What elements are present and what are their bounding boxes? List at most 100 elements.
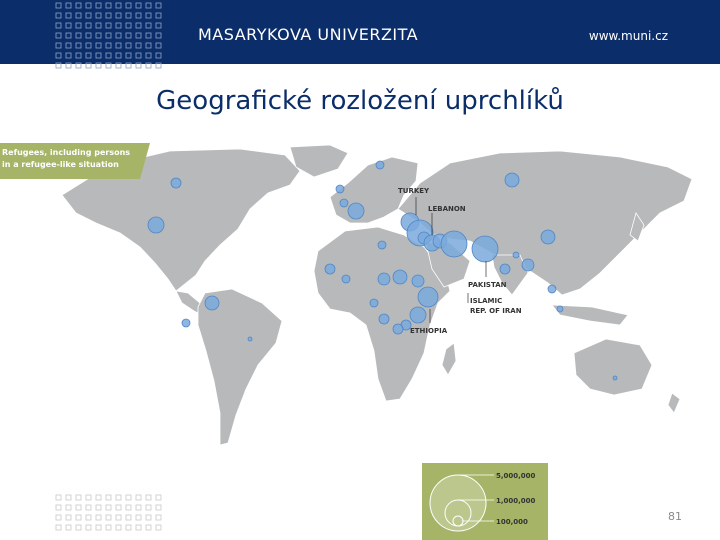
- decorative-dot: [105, 524, 112, 531]
- decorative-dot: [125, 32, 132, 39]
- decorative-dot: [105, 514, 112, 521]
- bubble-kenya: [409, 306, 427, 324]
- decorative-dot: [145, 52, 152, 59]
- label-lebanon: LEBANON: [428, 205, 466, 213]
- decorative-dot: [145, 22, 152, 29]
- bubble-egypt: [377, 240, 387, 250]
- decorative-dot: [155, 52, 162, 59]
- decorative-dot: [125, 12, 132, 19]
- decorative-dot: [85, 42, 92, 49]
- label-ethiopia: ETHIOPIA: [410, 327, 448, 335]
- decorative-dot: [95, 494, 102, 501]
- decorative-dot: [135, 22, 142, 29]
- decorative-dot: [75, 12, 82, 19]
- decorative-dot: [85, 514, 92, 521]
- decorative-dot: [105, 494, 112, 501]
- bubble-canada: [170, 177, 182, 189]
- bubble-venezuela: [204, 295, 220, 311]
- bubble-australia: [612, 375, 618, 381]
- decorative-dot: [75, 504, 82, 511]
- decorative-dot: [85, 12, 92, 19]
- decorative-dot: [55, 32, 62, 39]
- label-iran-line1: ISLAMIC: [470, 297, 502, 305]
- decorative-dot: [95, 22, 102, 29]
- legend-value-small: 100,000: [496, 518, 528, 526]
- decorative-dot: [85, 62, 92, 69]
- bubble-bangladesh: [499, 263, 511, 275]
- decorative-dot: [155, 42, 162, 49]
- bubble-size-legend: 5,000,000 1,000,000 100,000: [422, 463, 548, 540]
- decorative-dot: [85, 504, 92, 511]
- decorative-dot: [115, 524, 122, 531]
- bubble-cameroon: [369, 298, 379, 308]
- decorative-dot: [135, 12, 142, 19]
- decorative-dot: [135, 504, 142, 511]
- decorative-dot: [75, 524, 82, 531]
- label-pakistan: PAKISTAN: [468, 281, 507, 289]
- bubble-china: [540, 229, 556, 245]
- bubble-malaysia: [556, 305, 564, 313]
- decorative-dot: [115, 504, 122, 511]
- decorative-dot: [75, 494, 82, 501]
- bubble-nepal: [512, 251, 520, 259]
- decorative-dot: [115, 12, 122, 19]
- bubble-usa: [147, 216, 165, 234]
- decorative-dot: [125, 494, 132, 501]
- decorative-dot: [65, 22, 72, 29]
- decorative-dot: [105, 52, 112, 59]
- decorative-dot: [145, 12, 152, 19]
- bubble-tanzania: [392, 323, 404, 335]
- decorative-dot: [135, 52, 142, 59]
- decorative-dot: [145, 514, 152, 521]
- decorative-dot: [95, 504, 102, 511]
- university-name: MASARYKOVA UNIVERZITA: [198, 25, 419, 44]
- decorative-dot: [65, 504, 72, 511]
- decorative-dot: [95, 524, 102, 531]
- decorative-dot: [115, 514, 122, 521]
- decorative-dot: [125, 52, 132, 59]
- decorative-dot-grid-bottom: [55, 494, 162, 531]
- bubble-germany: [347, 202, 365, 220]
- bubble-congo: [378, 313, 390, 325]
- decorative-dot: [95, 52, 102, 59]
- decorative-dot: [65, 494, 72, 501]
- decorative-dot: [105, 32, 112, 39]
- decorative-dot: [65, 514, 72, 521]
- decorative-dot: [55, 42, 62, 49]
- decorative-dot: [75, 52, 82, 59]
- map-legend-title-line2: in a refugee-like situation: [2, 160, 119, 169]
- bubble-ecuador: [181, 318, 191, 328]
- decorative-dot: [55, 524, 62, 531]
- decorative-dot: [95, 2, 102, 9]
- decorative-dot: [125, 42, 132, 49]
- decorative-dot: [155, 494, 162, 501]
- decorative-dot: [115, 494, 122, 501]
- decorative-dot: [55, 2, 62, 9]
- decorative-dot: [95, 42, 102, 49]
- bubble-sudan: [392, 269, 408, 285]
- decorative-dot: [85, 494, 92, 501]
- decorative-dot: [135, 42, 142, 49]
- bubble-uk: [335, 184, 345, 194]
- header-bar: MASARYKOVA UNIVERZITA www.muni.cz: [0, 0, 720, 69]
- decorative-dot: [125, 2, 132, 9]
- decorative-dot: [145, 62, 152, 69]
- decorative-dot: [65, 12, 72, 19]
- decorative-dot: [125, 62, 132, 69]
- decorative-dot: [55, 12, 62, 19]
- decorative-dot: [135, 2, 142, 9]
- website-url[interactable]: www.muni.cz: [589, 29, 668, 43]
- decorative-dot: [115, 32, 122, 39]
- bubble-yemen: [411, 274, 425, 288]
- decorative-dot: [125, 524, 132, 531]
- legend-value-medium: 1,000,000: [496, 497, 536, 505]
- decorative-dot: [65, 524, 72, 531]
- decorative-dot: [105, 2, 112, 9]
- decorative-dot: [95, 62, 102, 69]
- decorative-dot: [115, 62, 122, 69]
- decorative-dot: [85, 52, 92, 59]
- decorative-dot: [135, 514, 142, 521]
- decorative-dot: [55, 62, 62, 69]
- decorative-dot: [75, 2, 82, 9]
- decorative-dot: [75, 22, 82, 29]
